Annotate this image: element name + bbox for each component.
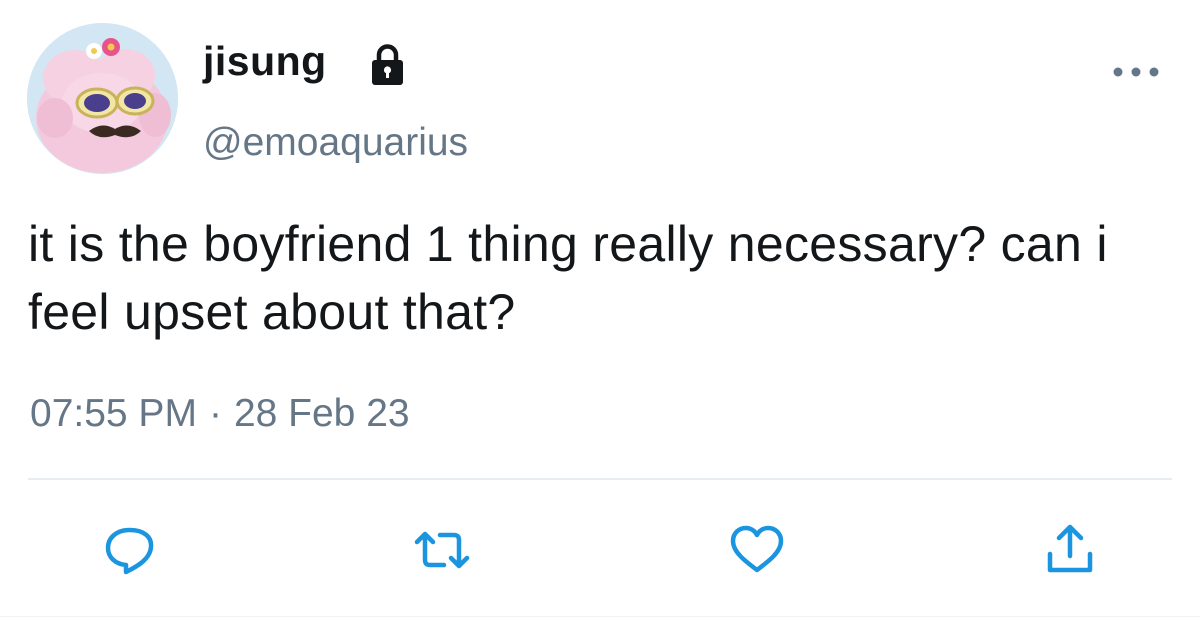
username-handle[interactable]: @emoaquarius: [203, 121, 468, 165]
share-button[interactable]: [1040, 520, 1100, 580]
avatar-image: [27, 23, 178, 174]
avatar[interactable]: [27, 23, 178, 174]
reply-button[interactable]: [100, 520, 160, 580]
reply-icon: [105, 527, 154, 575]
like-button[interactable]: [727, 520, 787, 580]
more-horizontal-icon[interactable]: [1112, 62, 1160, 82]
share-icon: [1047, 524, 1093, 573]
retweet-icon: [414, 531, 470, 569]
tweet-card: jisung @emoaquarius it is the boyfriend …: [0, 0, 1200, 639]
divider: [28, 478, 1172, 480]
tweet-time: 07:55 PM: [30, 392, 197, 435]
timestamp-separator: ·: [208, 392, 222, 435]
bottom-edge: [0, 616, 1200, 639]
tweet-timestamp[interactable]: 07:55 PM · 28 Feb 23: [30, 392, 410, 436]
retweet-button[interactable]: [412, 520, 472, 580]
heart-icon: [730, 525, 784, 573]
lock-icon: [372, 44, 403, 85]
display-name[interactable]: jisung: [203, 38, 327, 85]
tweet-text: it is the boyfriend 1 thing really neces…: [28, 216, 1108, 340]
tweet-date: 28 Feb 23: [233, 392, 410, 435]
